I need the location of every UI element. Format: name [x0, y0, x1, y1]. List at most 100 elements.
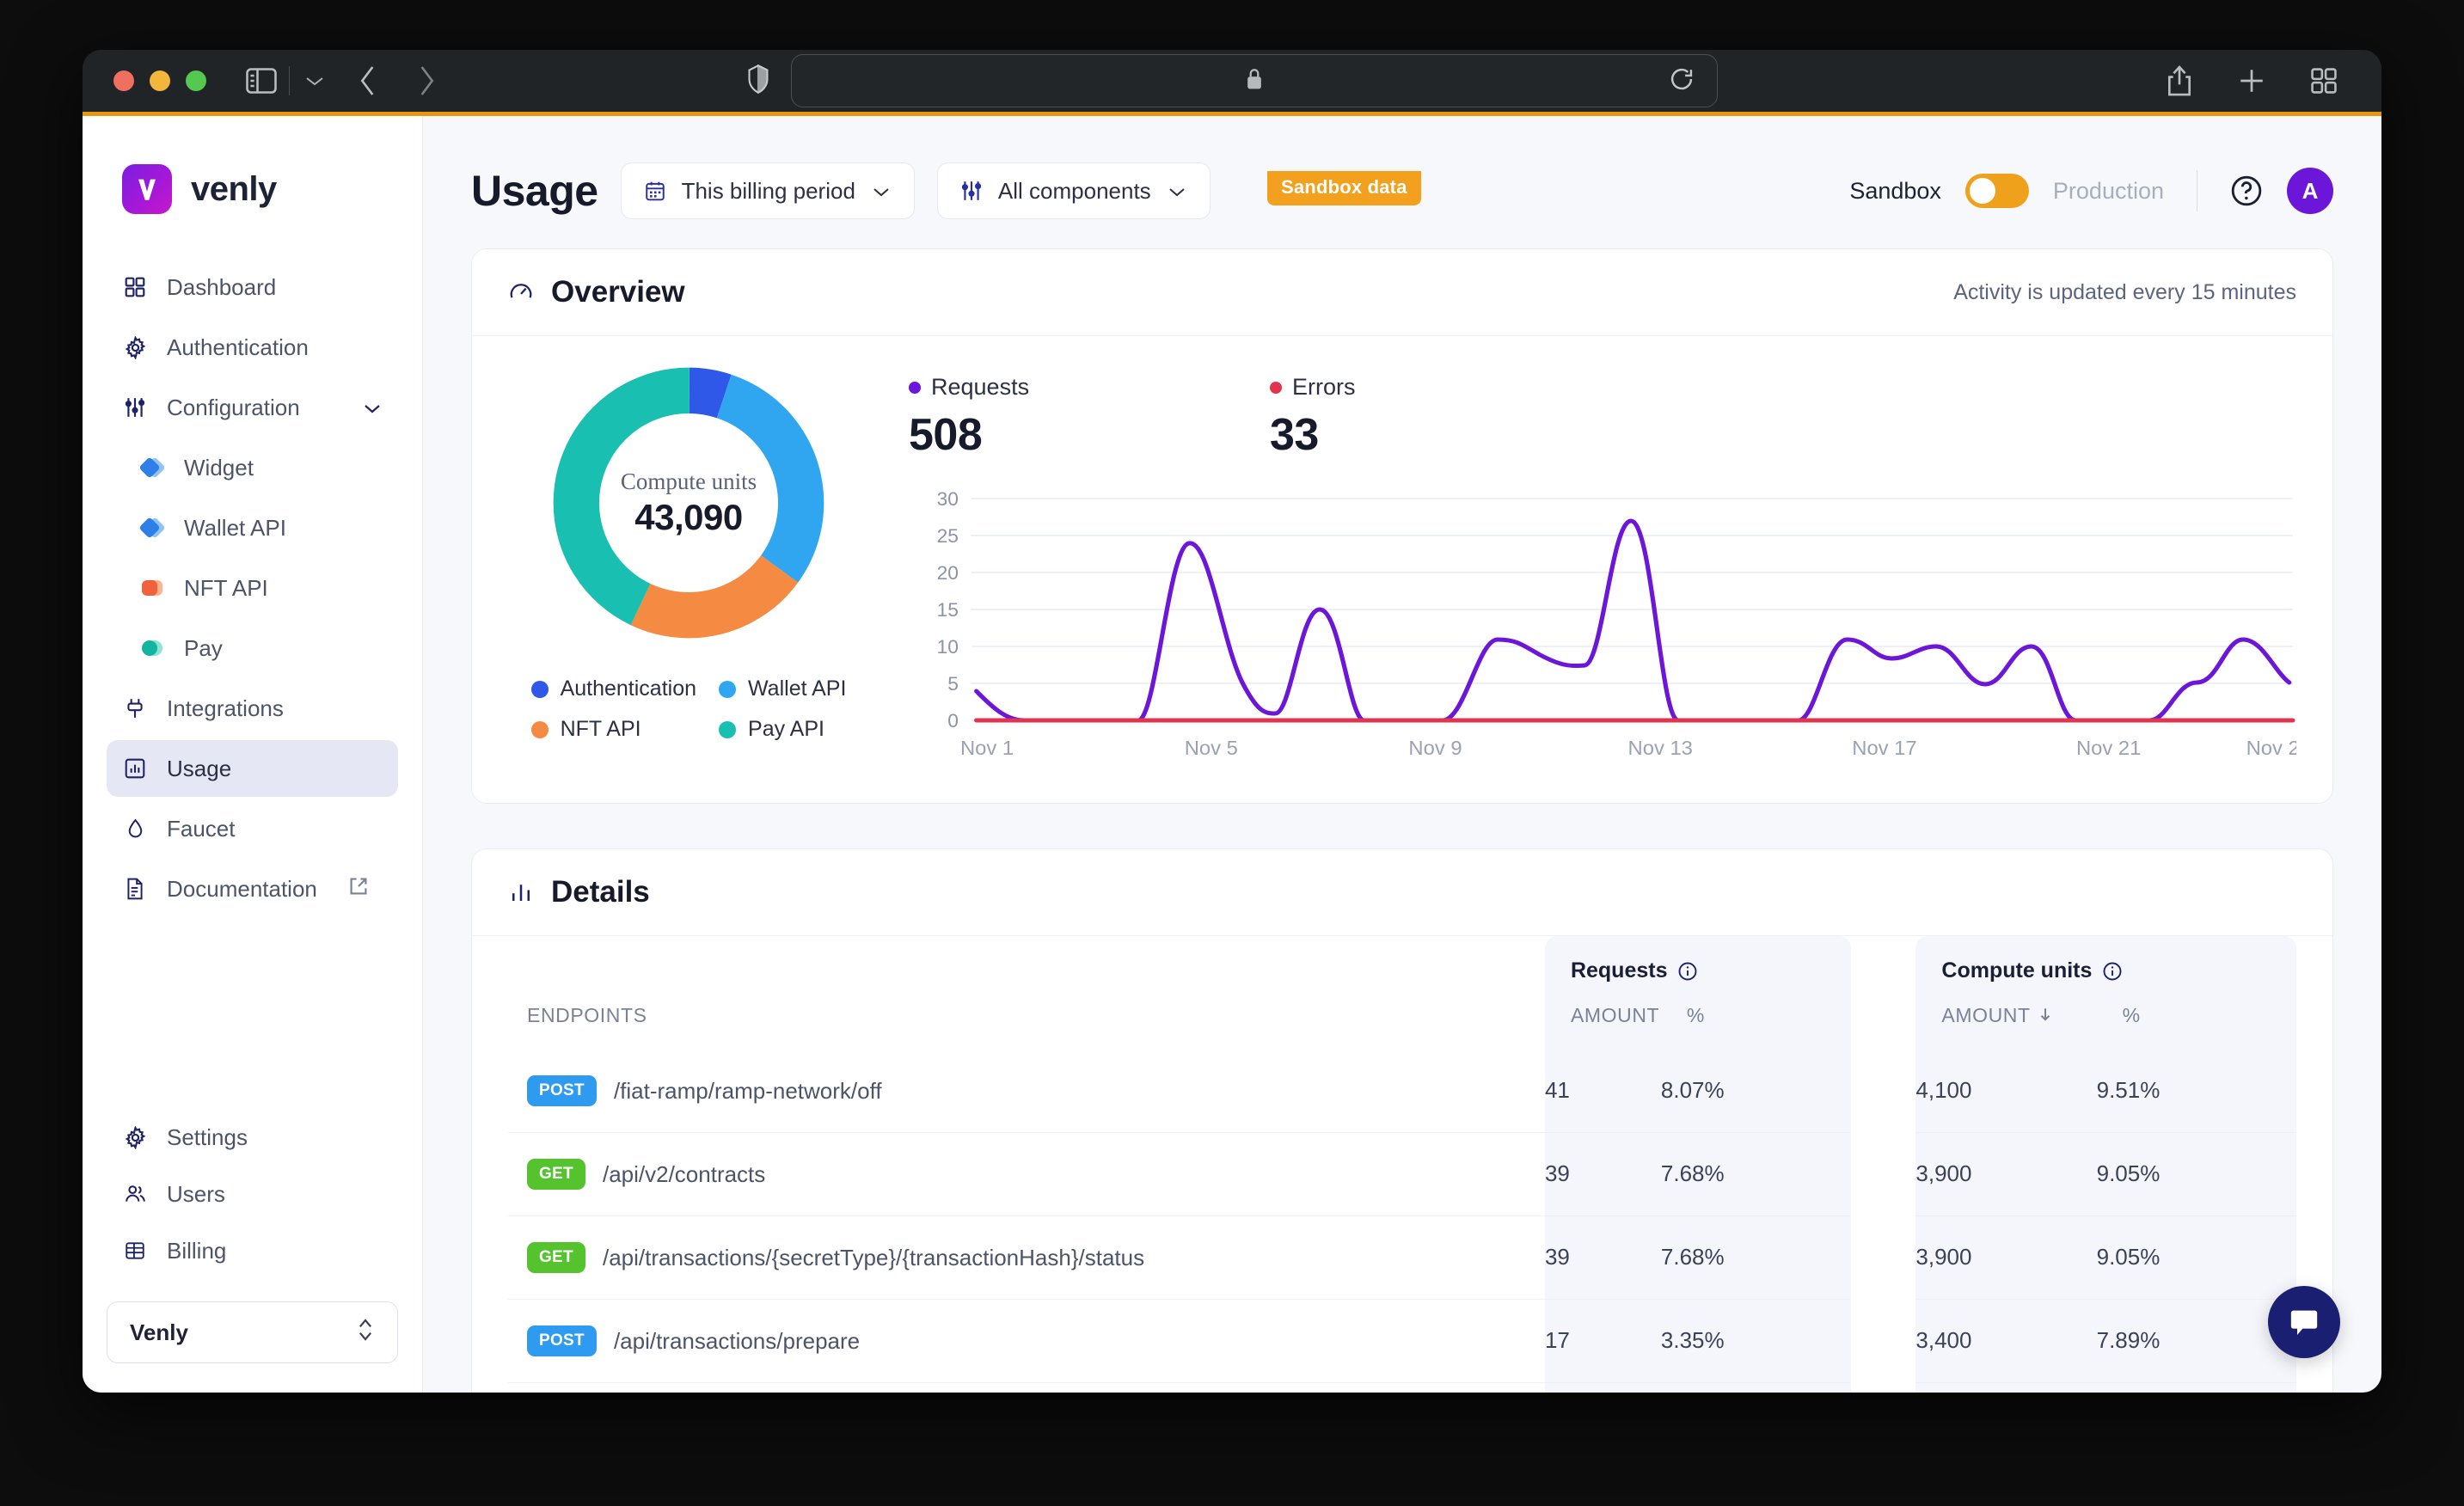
- sidebar-item-label: Integrations: [167, 695, 284, 721]
- cu-amount-header-cell[interactable]: AMOUNT: [1915, 983, 2097, 1050]
- svg-text:Nov 1: Nov 1: [960, 737, 1014, 759]
- info-icon[interactable]: [2102, 961, 2123, 982]
- sidebar-item-integrations[interactable]: Integrations: [107, 680, 398, 737]
- legend-label: Wallet API: [748, 676, 847, 701]
- table-row[interactable]: GET/api/v2/contracts 39 7.68% 3,900 9.05%: [508, 1131, 2296, 1215]
- url-input[interactable]: [791, 54, 1718, 107]
- tab-overview-icon[interactable]: [2309, 66, 2338, 95]
- primary-nav: Dashboard Authentication Configuration W…: [107, 259, 398, 917]
- header-gap: [1851, 983, 1916, 1050]
- brand-logo[interactable]: venly: [107, 116, 398, 259]
- back-button[interactable]: [357, 64, 379, 98]
- production-label: Production: [2052, 177, 2164, 204]
- header-actions: Sandbox Production A: [1849, 168, 2333, 214]
- avatar[interactable]: A: [2287, 168, 2333, 214]
- table-row[interactable]: POST/api/transactions/prepare 17 3.35% 3,40…: [508, 1298, 2296, 1382]
- plus-icon[interactable]: [2237, 66, 2266, 95]
- sidebar-item-dashboard[interactable]: Dashboard: [107, 259, 398, 315]
- donut-legend: Authentication Wallet API NFT API Pay AP…: [530, 676, 847, 742]
- sidebar-item-billing[interactable]: Billing: [107, 1222, 398, 1279]
- reload-icon[interactable]: [1669, 66, 1695, 96]
- chevron-down-icon[interactable]: [362, 395, 383, 421]
- svg-text:Nov 25: Nov 25: [2246, 737, 2296, 759]
- requests-pct-cell: 3.35%: [1660, 1298, 1852, 1382]
- svg-text:5: 5: [947, 673, 959, 695]
- toolbar-divider: [289, 66, 290, 95]
- cu-amount-cell: 3,900: [1915, 1215, 2097, 1299]
- sandbox-data-badge: Sandbox data: [1267, 171, 1421, 205]
- sidebar-item-label: Usage: [167, 755, 232, 781]
- requests-pct-header-cell[interactable]: %: [1660, 983, 1852, 1050]
- requests-amount-header-cell[interactable]: AMOUNT: [1544, 983, 1661, 1050]
- sidebar-item-usage[interactable]: Usage: [107, 740, 398, 797]
- components-filter[interactable]: All components: [936, 162, 1211, 219]
- sidebar-item-documentation[interactable]: Documentation: [107, 860, 398, 917]
- details-table-wrap: Requests Compute units ENDPOINTS AMOUNT …: [472, 936, 2332, 1393]
- circle-teal-icon: [141, 639, 165, 658]
- requests-amount-cell: 39: [1544, 1131, 1661, 1215]
- sidebar-item-label: Configuration: [167, 394, 300, 420]
- document-icon: [122, 878, 148, 900]
- organization-selector[interactable]: Venly: [107, 1301, 398, 1363]
- table-body: POST/fiat-ramp/ramp-network/off 41 8.07% 4,…: [508, 1050, 2296, 1393]
- table-column-header-row: ENDPOINTS AMOUNT % AMOUNT %: [508, 983, 2296, 1050]
- gear-icon: [122, 335, 148, 359]
- details-title-group: Details: [508, 875, 650, 909]
- requests-pct-cell: 7.68%: [1660, 1131, 1852, 1215]
- table-row[interactable]: GET/api/transactions/{secretType}/{trans…: [508, 1215, 2296, 1299]
- http-method-badge: GET: [527, 1159, 585, 1190]
- sidebar-item-label: Widget: [184, 454, 254, 481]
- compute-units-group-header: Compute units: [1915, 936, 2296, 983]
- group-header-spacer: [508, 936, 1545, 983]
- cu-pct-cell: 6.73%: [2096, 1381, 2296, 1393]
- table-row[interactable]: POST/fiat-ramp/ramp-network/off 41 8.07% 4,…: [508, 1050, 2296, 1132]
- sidebar-item-settings[interactable]: Settings: [107, 1109, 398, 1166]
- cu-pct-cell: 9.51%: [2096, 1050, 2296, 1132]
- cu-amount-cell: 3,900: [1915, 1131, 2097, 1215]
- billing-period-filter[interactable]: This billing period: [620, 162, 915, 219]
- environment-toggle[interactable]: [1964, 174, 2029, 208]
- sidebar-item-label: Documentation: [167, 875, 317, 902]
- info-icon[interactable]: [1677, 961, 1698, 982]
- forward-button[interactable]: [415, 64, 438, 98]
- cu-pct-header: %: [2096, 983, 2296, 1050]
- sidebar-item-pay[interactable]: Pay: [107, 620, 398, 676]
- cu-pct-cell: 9.05%: [2096, 1215, 2296, 1299]
- chevron-down-icon[interactable]: [303, 74, 326, 88]
- http-method-badge: POST: [527, 1325, 597, 1356]
- share-icon[interactable]: [2165, 64, 2194, 97]
- chevron-updown-icon: [356, 1316, 375, 1350]
- cu-amount-cell: 3,400: [1915, 1298, 2097, 1382]
- endpoint-cell: GET/api/v2/contracts: [508, 1132, 1545, 1215]
- sidebar-item-users[interactable]: Users: [107, 1166, 398, 1222]
- sidebar-item-configuration[interactable]: Configuration: [107, 379, 398, 436]
- sidebar-item-label: Faucet: [167, 815, 236, 842]
- svg-text:Nov 17: Nov 17: [1852, 737, 1916, 759]
- sidebar-icon[interactable]: [246, 68, 277, 94]
- details-title: Details: [551, 875, 650, 909]
- gear-icon: [122, 1125, 148, 1149]
- overview-body: Compute units 43,090 Authentication Wall…: [472, 336, 2332, 803]
- legend-swatch: [719, 720, 737, 738]
- endpoint-cell: POST/fiat-ramp/ramp-network/off: [508, 1050, 1545, 1132]
- sidebar-item-nft-api[interactable]: NFT API: [107, 560, 398, 616]
- cu-pct-header-cell[interactable]: %: [2096, 983, 2296, 1050]
- shield-icon[interactable]: [746, 64, 770, 98]
- table-row[interactable]: POST/fiat-ramp/ramp-network/on295.71% 2,9…: [508, 1381, 2296, 1393]
- group-gap: [1851, 936, 1916, 983]
- sidebar-item-authentication[interactable]: Authentication: [107, 319, 398, 376]
- row-gap: [1851, 1382, 1916, 1393]
- sidebar-item-wallet-api[interactable]: Wallet API: [107, 499, 398, 556]
- maximize-window-button[interactable]: [186, 70, 206, 91]
- close-window-button[interactable]: [113, 70, 134, 91]
- table-group-header-row: Requests Compute units: [508, 936, 2296, 983]
- requests-dot-icon: [909, 381, 921, 394]
- minimize-window-button[interactable]: [150, 70, 170, 91]
- browser-toolbar: [83, 50, 2381, 112]
- sidebar-item-faucet[interactable]: Faucet: [107, 800, 398, 857]
- sliders-icon: [122, 396, 148, 419]
- question-circle-icon[interactable]: [2230, 174, 2263, 207]
- sidebar-item-widget[interactable]: Widget: [107, 439, 398, 496]
- chat-bubble-icon[interactable]: [2268, 1286, 2340, 1358]
- requests-stat: Requests 508: [909, 374, 1270, 461]
